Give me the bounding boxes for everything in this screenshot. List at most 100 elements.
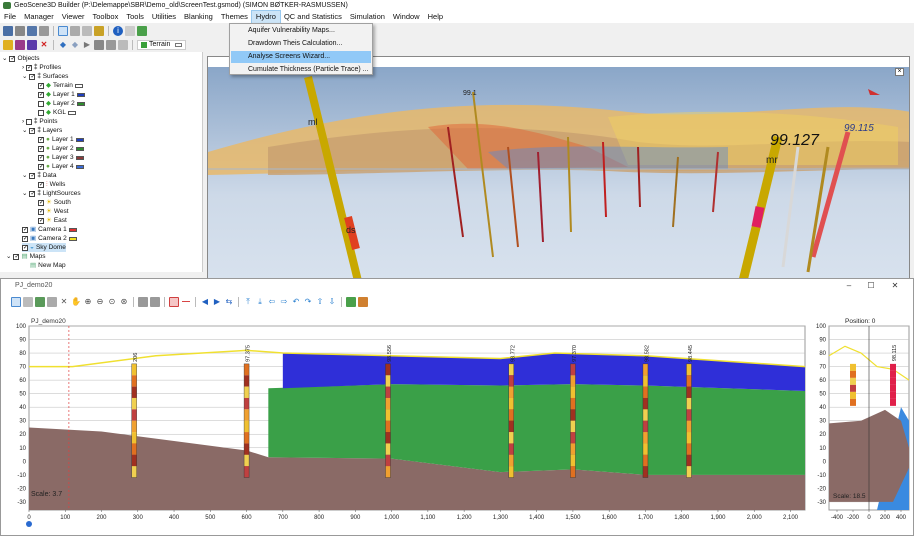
expand-icon[interactable]: › [22, 117, 24, 126]
close-icon[interactable]: ✕ [885, 279, 905, 293]
add-point-icon[interactable] [3, 39, 13, 50]
pan-icon[interactable]: ✋ [71, 297, 81, 307]
collapse-icon[interactable]: ⌄ [2, 54, 7, 63]
tree-profiles[interactable]: › ✓ ⁑ Profiles [22, 63, 61, 72]
checkbox[interactable] [38, 109, 44, 116]
expand-icon[interactable]: › [22, 63, 24, 72]
tree-newmap[interactable]: ▤ New Map [30, 261, 66, 270]
edit-icon[interactable] [23, 297, 33, 307]
menu-viewer[interactable]: Viewer [58, 11, 89, 23]
forward-icon[interactable]: ◆ [70, 40, 80, 50]
checkbox[interactable]: ✓ [29, 73, 35, 80]
checkbox[interactable]: ✓ [29, 127, 35, 134]
move-left-icon[interactable]: ◀ [200, 297, 210, 307]
scroll-handle[interactable] [26, 521, 32, 527]
checkbox[interactable]: ✓ [38, 82, 44, 89]
checkbox[interactable]: ✓ [22, 235, 28, 242]
checkbox[interactable]: ✓ [9, 55, 15, 62]
menu-item-aquifer-vulnerability[interactable]: Aquifer Vulnerability Maps... [231, 25, 371, 37]
tree-light-west[interactable]: ✓ ☀ West [38, 207, 69, 216]
menu-tools[interactable]: Tools [122, 11, 148, 23]
tree-surface-layer1[interactable]: ✓ ◆ Layer 1 [38, 90, 85, 99]
rotate-right-icon[interactable]: ↷ [303, 297, 313, 307]
minimize-icon[interactable]: – [839, 279, 859, 293]
checkbox[interactable]: ✓ [38, 136, 44, 143]
tree-light-east[interactable]: ✓ ☀ East [38, 216, 67, 225]
tree-objects[interactable]: ⌄ ✓ Objects [2, 54, 40, 63]
export-icon[interactable] [346, 297, 356, 307]
arrow-down-icon[interactable]: ⇩ [327, 297, 337, 307]
tree-points[interactable]: › ⁑ Points [22, 117, 58, 126]
checkbox[interactable]: ✓ [22, 244, 28, 251]
menu-manager[interactable]: Manager [20, 11, 58, 23]
checkbox[interactable]: ✓ [26, 64, 32, 71]
tree-layer-2[interactable]: ✓ ● Layer 2 [38, 144, 84, 153]
cut-icon[interactable]: ✕ [59, 297, 69, 307]
print-icon[interactable] [15, 25, 25, 36]
tools-icon[interactable] [39, 25, 49, 36]
well-log[interactable] [890, 363, 896, 406]
menu-item-analyse-screens[interactable]: Analyse Screens Wizard... [231, 51, 371, 63]
menu-simulation[interactable]: Simulation [346, 11, 389, 23]
checkbox[interactable]: ✓ [38, 163, 44, 170]
tree-layer-1[interactable]: ✓ ● Layer 1 [38, 135, 84, 144]
layer-selector[interactable]: Terrain [137, 39, 187, 50]
menu-blanking[interactable]: Blanking [180, 11, 217, 23]
zoom-fit-icon[interactable]: ⊙ [107, 297, 117, 307]
checkbox[interactable]: ✓ [38, 91, 44, 98]
profile-icon[interactable] [137, 25, 147, 36]
select-arrow-icon[interactable] [58, 25, 68, 36]
select-arrow-icon[interactable] [11, 297, 21, 307]
menu-item-cumulate-thickness[interactable]: Cumulate Thickness (Particle Trace) ... [231, 64, 371, 76]
diamond-icon[interactable] [15, 39, 25, 50]
arrow-up-icon[interactable]: ⇧ [315, 297, 325, 307]
tree-surface-kgl[interactable]: ◆ KGL [38, 108, 77, 117]
collapse-icon[interactable]: ⌄ [22, 171, 27, 180]
side-profile-chart[interactable]: 98.115 1009080706050403020100-10-20-30-4… [815, 318, 913, 528]
menu-themes[interactable]: Themes [217, 11, 252, 23]
tree-surface-terrain[interactable]: ✓ ◆ Terrain [38, 81, 83, 90]
tree-camera2[interactable]: ✓ ▣ Camera 2 [22, 234, 77, 243]
3d-scene[interactable]: 99.127 99.115 mr ds ml 99.1 [208, 57, 910, 280]
profile-chart[interactable]: 206 97.375 98.556 98.772 97.370 98.582 98.445 … [11, 318, 807, 528]
arrow-right-icon[interactable]: ⇨ [279, 297, 289, 307]
menu-utilities[interactable]: Utilities [148, 11, 180, 23]
menu-hydro[interactable]: Hydro [250, 10, 281, 24]
info-icon[interactable]: i [113, 25, 123, 36]
vertical-line-icon[interactable] [169, 297, 179, 307]
checkbox[interactable]: ✓ [29, 172, 35, 179]
tree-layer-3[interactable]: ✓ ● Layer 3 [38, 153, 84, 162]
checkbox[interactable]: ✓ [38, 145, 44, 152]
record-icon[interactable] [106, 39, 116, 50]
collapse-icon[interactable]: ⌄ [6, 252, 11, 261]
3d-viewport[interactable]: 99.127 99.115 mr ds ml 99.1 × [207, 56, 910, 280]
insert-icon[interactable] [27, 39, 37, 50]
remove-icon[interactable]: — [181, 297, 191, 307]
prev-view-icon[interactable] [138, 297, 148, 307]
move-right-icon[interactable]: ▶ [212, 297, 222, 307]
move-bottom-icon[interactable]: ⤓ [255, 297, 265, 307]
tree-surfaces[interactable]: ⌄ ✓ ⁑ Surfaces [22, 72, 68, 81]
stop-icon[interactable] [94, 39, 104, 50]
tree-skydome[interactable]: ✓ ◒ Sky Dome [22, 243, 66, 252]
checkbox[interactable]: ✓ [38, 181, 44, 188]
tree-data[interactable]: ⌄ ✓ ⁑ Data [22, 171, 56, 180]
checkbox[interactable]: ✓ [38, 217, 44, 224]
back-icon[interactable]: ◆ [58, 40, 68, 50]
move-top-icon[interactable]: ⤒ [243, 297, 253, 307]
erase-icon[interactable] [47, 297, 57, 307]
checkbox[interactable]: ✓ [38, 208, 44, 215]
layer-edit-icon[interactable] [35, 297, 45, 307]
tree-wells[interactable]: ✓ ⫶ Wells [38, 180, 65, 189]
arrow-left-icon[interactable]: ⇦ [267, 297, 277, 307]
measure-icon[interactable] [125, 25, 135, 36]
tree-maps[interactable]: ⌄ ✓ ▤ Maps [6, 252, 46, 261]
zoom-out-icon[interactable]: ⊖ [95, 297, 105, 307]
settings-icon[interactable] [358, 297, 368, 307]
menu-file[interactable]: File [0, 11, 20, 23]
next-view-icon[interactable] [150, 297, 160, 307]
checkbox[interactable]: ✓ [13, 253, 19, 260]
rotate-left-icon[interactable]: ↶ [291, 297, 301, 307]
tree-lightsources[interactable]: ⌄ ✓ ⁑ LightSources [22, 189, 81, 198]
tree-camera1[interactable]: ✓ ▣ Camera 1 [22, 225, 77, 234]
